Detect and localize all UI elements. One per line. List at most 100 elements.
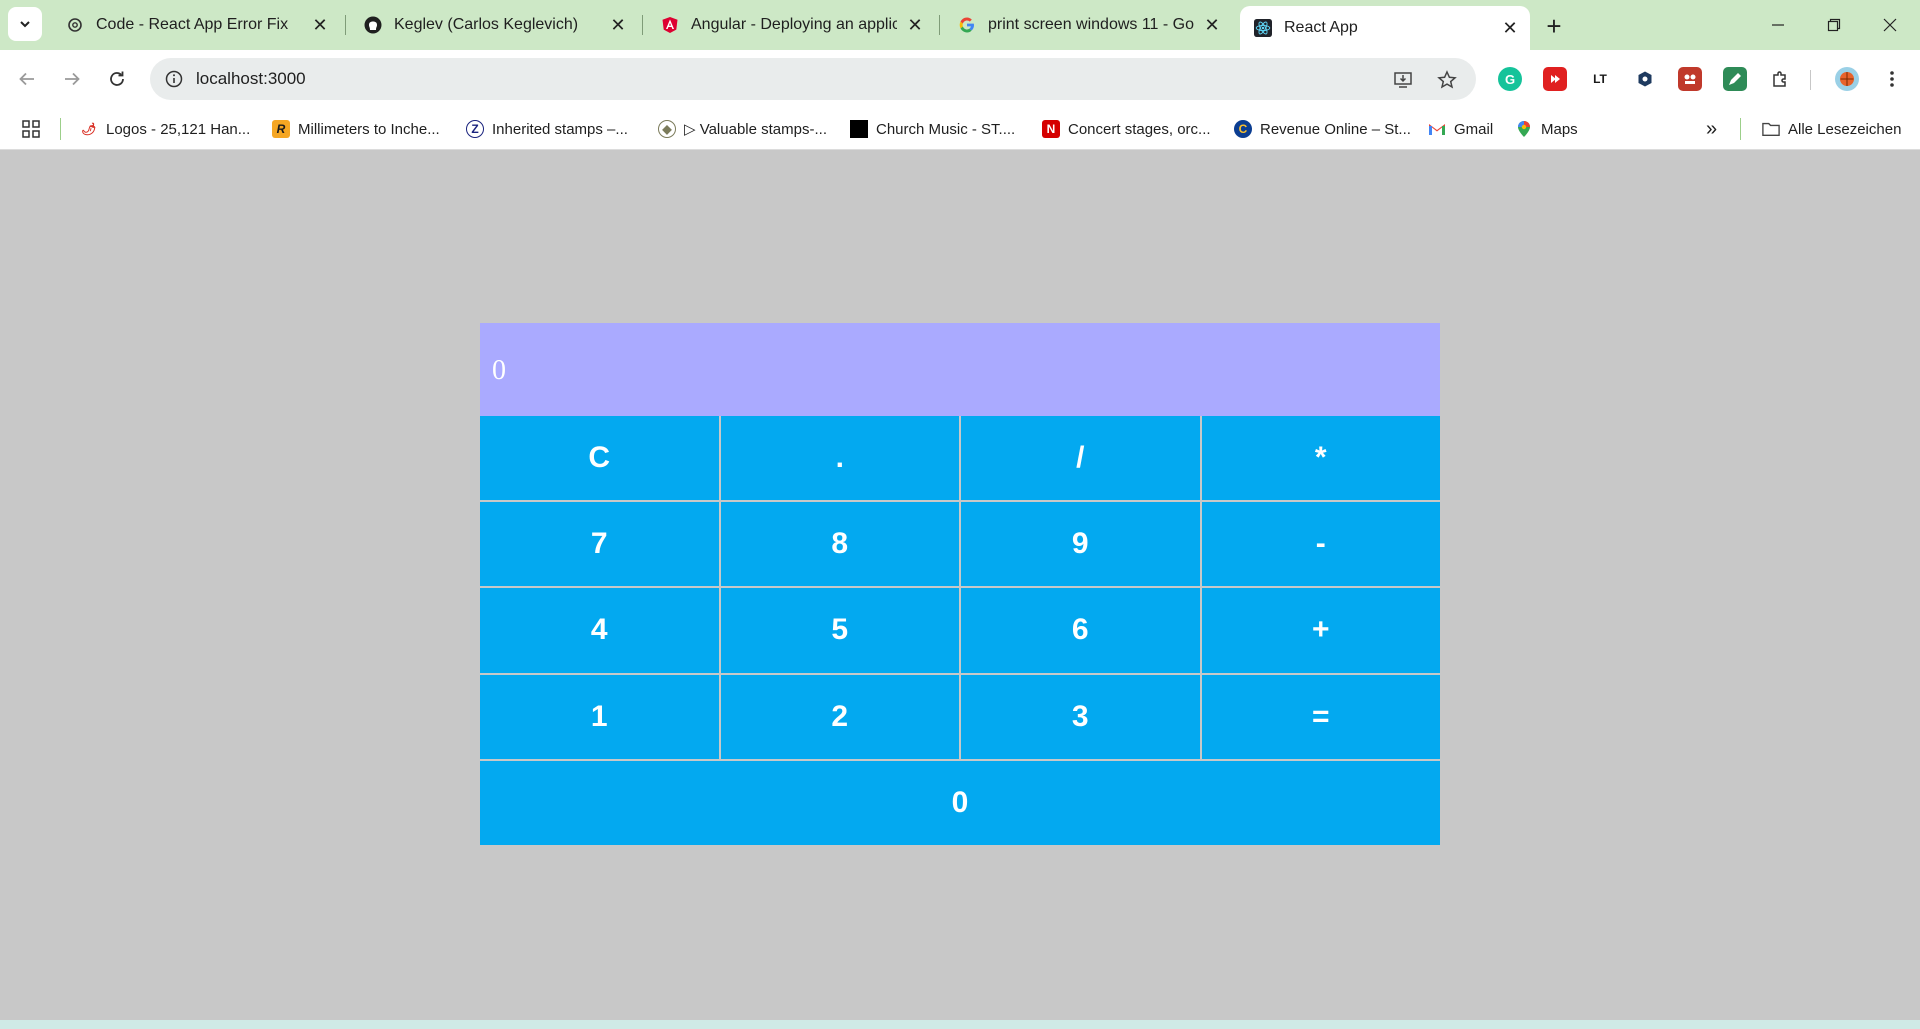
tab-code-react-app-error-fix[interactable]: Code - React App Error Fix ✕ [52, 6, 340, 44]
site-info-icon[interactable] [162, 67, 186, 91]
digit-9-button[interactable]: 9 [961, 502, 1200, 587]
calculator: 0 C . / * 7 8 9 - 4 5 6 + 1 2 3 = 0 [480, 323, 1440, 845]
tab-react-app[interactable]: React App ✕ [1240, 6, 1530, 50]
bookmark-star-icon[interactable] [1434, 67, 1460, 93]
apps-button[interactable] [22, 118, 40, 140]
extensions-puzzle-icon[interactable] [1768, 67, 1792, 91]
reload-button[interactable] [99, 61, 135, 97]
forward-button[interactable] [54, 61, 90, 97]
bookmark-label: Revenue Online – St... [1260, 120, 1411, 138]
divide-button[interactable]: / [961, 416, 1200, 501]
reload-icon [110, 71, 124, 86]
bookmarks-divider [60, 118, 61, 140]
install-app-icon[interactable] [1390, 67, 1416, 93]
tab-divider [345, 15, 346, 35]
bookmark-valuable-stamps[interactable]: ◆ ▷ Valuable stamps-... [658, 118, 827, 140]
black-square-icon [850, 120, 868, 138]
calculator-display: 0 [480, 323, 1440, 416]
tab-title: Angular - Deploying an applicat [691, 16, 897, 33]
maps-icon [1515, 120, 1533, 138]
tab-divider [939, 15, 940, 35]
bookmark-label: Maps [1541, 120, 1578, 138]
digit-3-button[interactable]: 3 [961, 674, 1200, 759]
stamp-site-icon: ◆ [658, 120, 676, 138]
window-close-button[interactable] [1862, 0, 1918, 50]
bookmark-revenue-online[interactable]: C Revenue Online – St... [1234, 118, 1411, 140]
video-extension-icon[interactable] [1543, 67, 1567, 91]
bookmarks-bar: 🌶 Logos - 25,121 Han... R Millimeters to… [0, 108, 1920, 150]
apps-grid-icon [22, 120, 40, 138]
equals-button[interactable]: = [1201, 674, 1440, 759]
add-button[interactable]: + [1201, 588, 1440, 673]
folder-icon [1762, 120, 1780, 138]
bookmark-label: Alle Lesezeichen [1788, 120, 1902, 138]
close-window-icon [1883, 18, 1897, 32]
all-bookmarks-button[interactable]: Alle Lesezeichen [1762, 118, 1901, 140]
tab-keglev[interactable]: Keglev (Carlos Keglevich) ✕ [350, 6, 638, 44]
new-tab-button[interactable]: + [1538, 10, 1570, 42]
toolbar-divider [1810, 70, 1811, 90]
digit-7-button[interactable]: 7 [480, 502, 719, 587]
digit-6-button[interactable]: 6 [961, 588, 1200, 673]
gmail-icon [1428, 120, 1446, 138]
bookmark-church-music[interactable]: Church Music - ST.... [850, 118, 1015, 140]
tab-title: React App [1284, 19, 1358, 36]
subtract-button[interactable]: - [1201, 502, 1440, 587]
colorado-icon: C [1234, 120, 1252, 138]
bookmark-logos[interactable]: 🌶 Logos - 25,121 Han... [80, 118, 250, 140]
r-logo-icon: R [272, 120, 290, 138]
more-bookmarks-button[interactable]: » [1706, 118, 1717, 140]
digit-4-button[interactable]: 4 [480, 588, 719, 673]
close-icon[interactable]: ✕ [608, 15, 628, 35]
digit-5-button[interactable]: 5 [720, 588, 959, 673]
address-url[interactable]: localhost:3000 [196, 69, 306, 89]
keypad: C . / * 7 8 9 - 4 5 6 + 1 2 3 = 0 [480, 416, 1440, 845]
bookmark-label: Logos - 25,121 Han... [106, 120, 251, 138]
close-icon[interactable]: ✕ [1500, 18, 1520, 38]
back-button[interactable] [9, 61, 45, 97]
decimal-button[interactable]: . [720, 416, 959, 501]
restore-button[interactable] [1806, 0, 1862, 50]
tab-title: print screen windows 11 - Goog [988, 16, 1194, 33]
bookmark-inherited-stamps[interactable]: Z Inherited stamps –... [466, 118, 628, 140]
bookmark-gmail[interactable]: Gmail [1428, 118, 1493, 140]
arrow-left-icon [19, 72, 34, 86]
bookmark-label: Inherited stamps –... [492, 120, 628, 138]
chevron-down-icon [20, 21, 30, 28]
z-logo-icon: Z [466, 120, 484, 138]
tab-search-button[interactable] [8, 7, 42, 41]
close-icon[interactable]: ✕ [310, 15, 330, 35]
close-icon[interactable]: ✕ [1202, 15, 1222, 35]
bookmark-label: Church Music - ST.... [876, 120, 1016, 138]
shield-extension-icon[interactable] [1633, 67, 1657, 91]
digit-8-button[interactable]: 8 [720, 502, 959, 587]
minimize-button[interactable] [1750, 0, 1806, 50]
chili-icon: 🌶 [81, 122, 97, 136]
tab-print-screen-google[interactable]: print screen windows 11 - Goog ✕ [944, 6, 1232, 44]
more-menu-icon[interactable] [1880, 67, 1904, 91]
minimize-icon [1772, 24, 1784, 26]
n-logo-icon: N [1042, 120, 1060, 138]
pen-extension-icon[interactable] [1723, 67, 1747, 91]
bookmark-concert-stages[interactable]: N Concert stages, orc... [1042, 118, 1211, 140]
react-icon [1254, 19, 1272, 37]
bottom-edge [0, 1020, 1920, 1029]
digit-0-button[interactable]: 0 [480, 760, 1440, 845]
address-bar[interactable]: localhost:3000 [150, 58, 1476, 100]
multiply-button[interactable]: * [1201, 416, 1440, 501]
profile-avatar[interactable] [1835, 67, 1859, 91]
bookmark-maps[interactable]: Maps [1515, 118, 1578, 140]
bookmark-millimeters[interactable]: R Millimeters to Inche... [272, 118, 440, 140]
close-icon[interactable]: ✕ [905, 15, 925, 35]
browser-toolbar: localhost:3000 G LT [0, 50, 1920, 108]
languagetool-icon[interactable]: LT [1588, 67, 1612, 91]
bookmark-label: Millimeters to Inche... [298, 120, 440, 138]
bookmark-label: ▷ Valuable stamps-... [684, 121, 827, 138]
tab-angular-deploying[interactable]: Angular - Deploying an applicat ✕ [647, 6, 935, 44]
image-extension-icon[interactable] [1678, 67, 1702, 91]
digit-2-button[interactable]: 2 [720, 674, 959, 759]
grammarly-icon[interactable]: G [1498, 67, 1522, 91]
clear-button[interactable]: C [480, 416, 719, 501]
tab-divider [642, 15, 643, 35]
digit-1-button[interactable]: 1 [480, 674, 719, 759]
